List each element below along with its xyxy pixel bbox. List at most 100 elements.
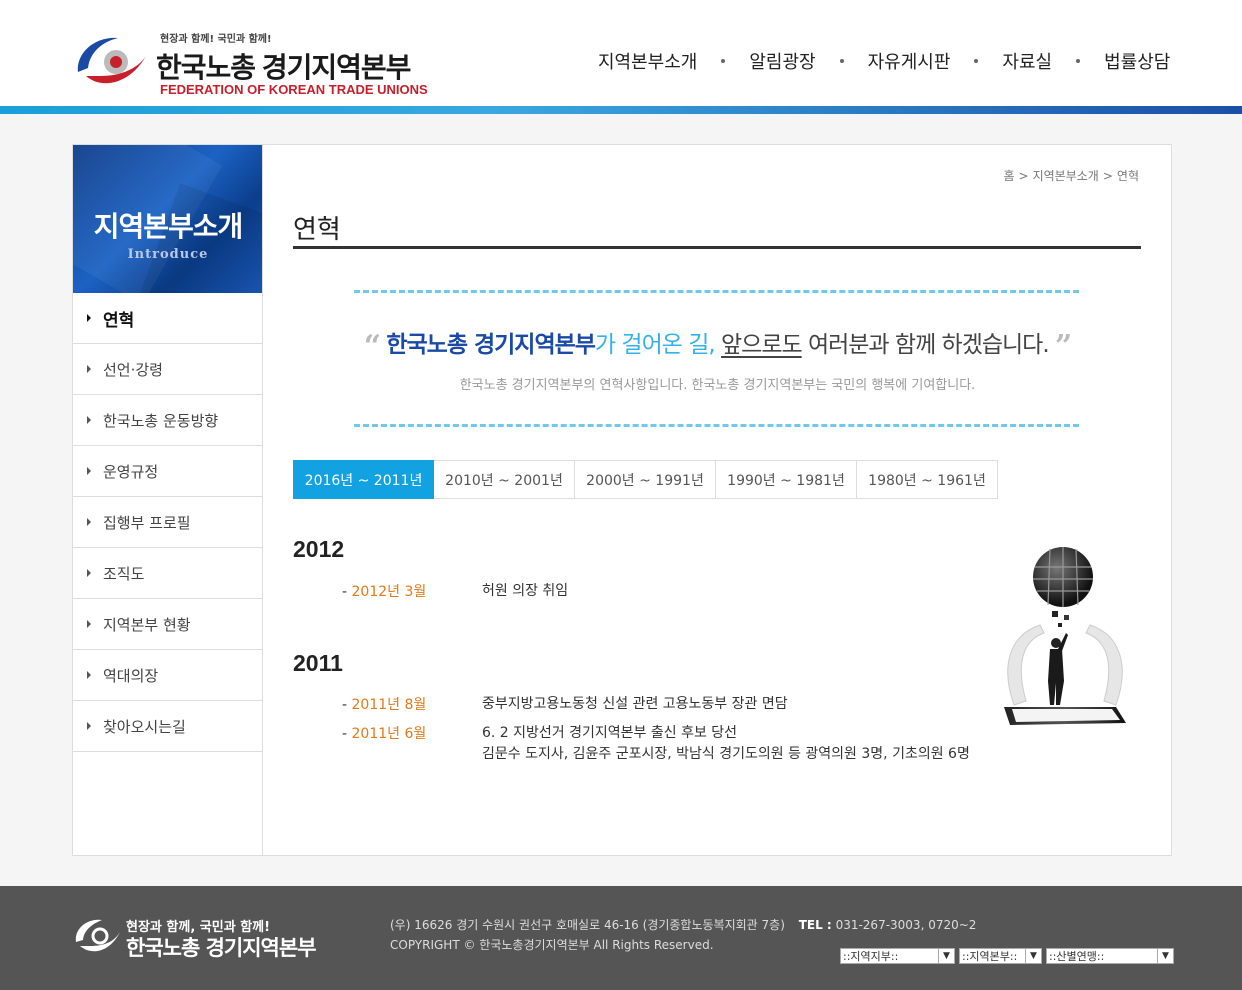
nav-separator [721,59,726,63]
timeline-event: 2011년 8월 중부지방고용노동청 신설 관련 고용노동부 장관 면담 [342,694,788,715]
tab-2016-2011[interactable]: 2016년 ~ 2011년 [293,460,434,499]
sidebar-item-org-chart[interactable]: 조직도 [73,548,262,599]
tab-1990-1981[interactable]: 1990년 ~ 1981년 [716,460,857,499]
logo-english-name: FEDERATION OF KOREAN TRADE UNIONS [160,82,428,97]
site-footer: 현장과 함께, 국민과 함께! 한국노총 경기지역본부 (우) 16626 경기… [0,886,1242,990]
regional-hq-select[interactable]: ::지역본부:: ▼ [959,948,1042,964]
event-date: 2012년 3월 [342,581,482,602]
quote-subtext: 한국노총 경기지역본부의 연혁사항입니다. 한국노총 경기지역본부는 국민의 행… [459,378,976,393]
nav-intro[interactable]: 지역본부소개 [598,48,697,74]
open-quote-icon: “ [363,329,381,364]
event-description: 허원 의장 취임 [482,583,569,599]
breadcrumb: 홈 > 지역본부소개 > 연혁 [1001,167,1141,184]
main-nav: 지역본부소개 알림광장 자유게시판 자료실 법률상담 [598,48,1170,74]
footer-quick-links: ::지역지부:: ▼ ::지역본부:: ▼ ::산별연맹:: ▼ [840,948,1174,964]
tab-1980-1961[interactable]: 1980년 ~ 1961년 [857,460,998,499]
arrow-right-icon [87,314,91,322]
footer-address: (우) 16626 경기 수원시 권선구 호매실로 46-16 (경기종합노동복… [390,916,976,933]
sidebar-item-label: 연혁 [103,310,135,331]
breadcrumb-current: 연혁 [1116,169,1139,183]
nav-archive[interactable]: 자료실 [1002,48,1052,74]
site-header: 현장과 함께! 국민과 함께! 한국노총 경기지역본부 FEDERATION O… [0,0,1242,108]
sidebar-header: 지역본부소개 Introduce [73,145,262,293]
event-description-line: 김문수 도지사, 김윤주 군포시장, 박남식 경기도의원 등 광역의원 3명, … [482,746,970,762]
sidebar-item-past-chairs[interactable]: 역대의장 [73,650,262,701]
nav-legal-consult[interactable]: 법률상담 [1104,48,1170,74]
logo-name: 한국노총 경기지역본부 [156,52,411,83]
sidebar-item-label: 한국노총 운동방향 [103,411,219,430]
chevron-right-icon: > [1102,169,1113,183]
sidebar-item-regulations[interactable]: 운영규정 [73,446,262,497]
event-date: 2011년 6월 [342,723,482,765]
content-area: 홈 > 지역본부소개 > 연혁 연혁 “ 한국노총 경기지역본부가 걸어온 길, 앞으로… [264,145,1171,855]
quote-part-forward: 앞으로도 [721,332,803,358]
select-value: ::지역본부:: [962,950,1018,963]
sidebar-item-declaration[interactable]: 선언·강령 [73,344,262,395]
page-title: 연혁 [293,215,341,245]
header-divider [0,106,1242,114]
footer-org-name: 한국노총 경기지역본부 [126,936,317,960]
event-description-line: 6. 2 지방선거 경기지역본부 출신 후보 당선 [482,725,738,741]
sidebar-item-status[interactable]: 지역본부 현황 [73,599,262,650]
quote-part-together: 여러분과 함께 하겠습니다. [807,332,1050,358]
quote-part-path: 가 걸어온 길, [594,332,716,358]
sidebar-item-label: 찾아오시는길 [103,717,186,736]
nav-separator [839,59,844,63]
timeline-year: 2012 [293,536,345,562]
industry-federation-select[interactable]: ::산별연맹:: ▼ [1046,948,1174,964]
nav-notice[interactable]: 알림광장 [749,48,815,74]
chevron-down-icon: ▼ [1157,949,1173,963]
title-underline [293,246,1141,249]
breadcrumb-section[interactable]: 지역본부소개 [1033,169,1099,183]
chevron-right-icon: > [1018,169,1029,183]
footer-copyright: COPYRIGHT © 한국노총경기지역본부 All Rights Reserv… [390,938,714,952]
sidebar-item-label: 조직도 [103,564,145,583]
tab-2010-2001[interactable]: 2010년 ~ 2001년 [434,460,575,499]
nav-free-board[interactable]: 자유게시판 [868,48,951,74]
timeline-year: 2011 [293,650,343,676]
sidebar-item-history[interactable]: 연혁 [73,293,262,344]
sidebar-item-executives[interactable]: 집행부 프로필 [73,497,262,548]
arrow-right-icon [87,722,91,730]
site-logo[interactable]: 현장과 함께! 국민과 함께! 한국노총 경기지역본부 FEDERATION O… [72,28,432,100]
arrow-right-icon [87,569,91,577]
sidebar-item-label: 운영규정 [103,462,159,481]
arrow-right-icon [87,671,91,679]
timeline-event: 2011년 6월 6. 2 지방선거 경기지역본부 출신 후보 당선 김문수 도… [342,723,970,765]
event-description: 중부지방고용노동청 신설 관련 고용노동부 장관 면담 [482,696,788,712]
nav-separator [974,59,979,63]
history-quote: “ 한국노총 경기지역본부가 걸어온 길, 앞으로도 여러분과 함께 하겠습니다… [264,325,1171,393]
sidebar-item-label: 집행부 프로필 [103,513,191,532]
sidebar-item-directions[interactable]: 찾아오시는길 [73,701,262,752]
regional-branch-select[interactable]: ::지역지부:: ▼ [840,948,955,964]
breadcrumb-home[interactable]: 홈 [1003,169,1014,183]
nav-separator [1076,59,1081,63]
sidebar: 지역본부소개 Introduce 연혁 선언·강령 한국노총 운동방향 운영규정… [73,145,263,855]
sidebar-item-label: 선언·강령 [103,360,163,379]
tab-2000-1991[interactable]: 2000년 ~ 1991년 [575,460,716,499]
tel-label: TEL : [798,918,832,932]
arrow-right-icon [87,518,91,526]
dashed-divider-bottom [354,424,1079,427]
sidebar-title: 지역본부소개 [93,210,244,243]
chevron-down-icon: ▼ [1025,949,1041,963]
event-date: 2011년 8월 [342,694,482,715]
arrow-right-icon [87,365,91,373]
event-description: 6. 2 지방선거 경기지역본부 출신 후보 당선 김문수 도지사, 김윤주 군… [482,723,970,765]
logo-emblem-icon [77,37,146,84]
sidebar-item-label: 역대의장 [103,666,159,685]
tel-number: 031-267-3003, 0720~2 [835,918,977,932]
globe-smartphone-illustration [1004,547,1126,725]
sidebar-item-direction[interactable]: 한국노총 운동방향 [73,395,262,446]
dashed-divider-top [354,290,1079,293]
close-quote-icon: ” [1054,329,1072,364]
logo-slogan: 현장과 함께! 국민과 함께! [160,34,272,45]
select-value: ::지역지부:: [843,950,899,963]
arrow-right-icon [87,416,91,424]
chevron-down-icon: ▼ [938,949,954,963]
quote-part-org: 한국노총 경기지역본부 [386,332,596,358]
timeline-event: 2012년 3월 허원 의장 취임 [342,581,569,602]
sidebar-subtitle: Introduce [127,247,209,262]
main-container: 지역본부소개 Introduce 연혁 선언·강령 한국노총 운동방향 운영규정… [72,144,1172,856]
sidebar-item-label: 지역본부 현황 [103,615,191,634]
